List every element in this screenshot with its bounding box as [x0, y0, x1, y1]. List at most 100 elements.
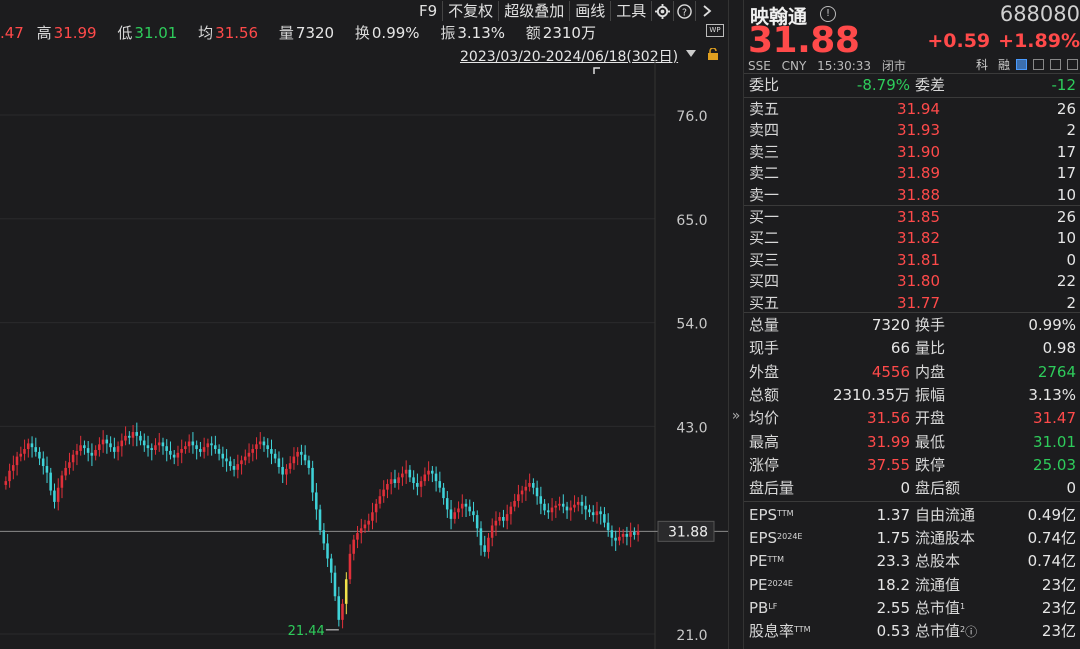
stat-label: 盘后量 [749, 479, 795, 498]
amount-label: 额 [525, 24, 541, 42]
no-adjust-button[interactable]: 不复权 [442, 1, 498, 21]
candle-body [603, 514, 606, 523]
ask-quantity: 26 [1056, 100, 1076, 118]
candle-body [588, 509, 591, 513]
ask-row[interactable]: 卖一 31.88 10 [744, 184, 1080, 207]
stat-label: 量比 [915, 339, 946, 358]
bid-row[interactable]: 买四 31.80 22 [744, 270, 1080, 293]
candle-body [580, 501, 584, 506]
candle-body [505, 514, 509, 521]
candle-body [618, 536, 621, 541]
bid-row[interactable]: 买三 31.81 0 [744, 249, 1080, 272]
candle-body [199, 449, 202, 452]
bid-level-label: 买三 [749, 250, 780, 269]
high-label: 高 [36, 24, 52, 42]
candle-body [502, 516, 505, 521]
stat-label: 跌停 [915, 455, 946, 474]
date-range-dropdown-icon[interactable] [686, 50, 696, 57]
candle-body [288, 463, 292, 469]
help-icon[interactable]: ? [673, 1, 695, 21]
window-icon[interactable] [1033, 59, 1044, 70]
fundamental-label: 自由流通 [915, 504, 975, 527]
tag-margin-trading: 融 [997, 58, 1010, 72]
candle-body [393, 479, 397, 484]
tools-button[interactable]: 工具 [610, 1, 651, 21]
candle-body [315, 492, 318, 510]
candle-body [517, 494, 520, 501]
candle-body [146, 445, 150, 449]
bid-quantity: 10 [1056, 229, 1076, 248]
candle-body [329, 558, 333, 573]
f9-button[interactable]: F9 [414, 1, 442, 21]
candle-body [105, 439, 109, 444]
fundamental-value: 1.37 [876, 506, 910, 524]
edit-icon[interactable] [1016, 59, 1027, 70]
ask-quantity: 17 [1056, 142, 1076, 161]
collapse-panel-icon[interactable]: » [729, 408, 743, 424]
chevron-right-icon[interactable] [695, 1, 717, 21]
candle-body [94, 449, 97, 456]
candle-body [90, 452, 94, 456]
candle-body [64, 467, 67, 476]
candle-body [300, 451, 303, 455]
info-icon[interactable]: ⓘ [965, 625, 977, 639]
candle-body [318, 509, 322, 531]
gear-icon[interactable] [651, 1, 673, 21]
fundamentals-row: PE2024E 18.2 流通值 23亿 [744, 574, 1080, 597]
fundamental-label-text: PE [749, 552, 768, 571]
fundamental-label: 总市值2ⓘ [915, 620, 977, 644]
layout-icon[interactable] [1050, 59, 1061, 70]
turnover-label: 换 [354, 24, 370, 42]
ask-row[interactable]: 卖五 31.94 26 [744, 98, 1080, 121]
stat-label: 最高 [749, 432, 780, 451]
candle-body [307, 460, 311, 468]
candle-body [202, 447, 206, 452]
lock-icon[interactable] [707, 48, 719, 60]
volume-label: 量 [278, 24, 294, 42]
candlestick-chart[interactable]: 76.0 65.0 54.0 43.0 21.0 21.44 31.88 [0, 60, 728, 649]
ask-row[interactable]: 卖三 31.90 17 [744, 141, 1080, 164]
ask-row[interactable]: 卖四 31.93 2 [744, 119, 1080, 142]
candle-body [184, 446, 187, 450]
bid-level-label: 买四 [749, 272, 780, 291]
y-tick-label: 21.0 [676, 628, 707, 644]
bid-row[interactable]: 买一 31.85 26 [744, 206, 1080, 229]
add-icon[interactable] [1067, 59, 1078, 70]
candle-body [236, 464, 239, 470]
candle-body [401, 473, 404, 478]
price-change: +0.59 +1.89% [919, 30, 1080, 52]
candle-body [558, 503, 561, 506]
ask-price: 31.90 [897, 142, 940, 161]
candle-body [423, 474, 427, 482]
bid-row[interactable]: 买五 31.77 2 [744, 292, 1080, 315]
candle-body [595, 511, 599, 516]
fundamental-label-text: 流通值 [915, 575, 961, 594]
bid-level-label: 买一 [749, 208, 780, 226]
candle-body [464, 503, 468, 507]
candle-body [404, 469, 408, 474]
candle-body [412, 477, 415, 484]
fundamental-value: 18.2 [876, 575, 910, 594]
candle-body [524, 486, 528, 491]
currency: CNY [781, 59, 807, 73]
fundamental-label-suffix: TTM [767, 555, 785, 565]
fundamental-label-text: EPS [749, 529, 778, 548]
stat-value: 31.56 [867, 409, 910, 428]
wp-badge-icon[interactable]: WP [706, 24, 724, 37]
y-tick-label: 43.0 [676, 420, 707, 436]
fundamental-label: 总股本 [915, 550, 960, 573]
overlay-button[interactable]: 超级叠加 [498, 1, 569, 21]
ask-quantity: 10 [1056, 185, 1076, 204]
ask-row[interactable]: 卖二 31.89 17 [744, 162, 1080, 185]
candle-body [532, 483, 535, 488]
bid-row[interactable]: 买二 31.82 10 [744, 227, 1080, 250]
draw-line-button[interactable]: 画线 [569, 1, 610, 21]
candle-body [363, 524, 367, 529]
candle-body [408, 469, 412, 478]
candle-body [172, 454, 176, 458]
candle-body [19, 453, 23, 457]
bid-quantity: 22 [1056, 272, 1076, 291]
panel-divider[interactable]: » [728, 0, 744, 649]
fundamental-label: 股息率TTM [749, 620, 811, 643]
chart-canvas[interactable]: 76.0 65.0 54.0 43.0 21.0 21.44 31.88 [0, 60, 728, 649]
